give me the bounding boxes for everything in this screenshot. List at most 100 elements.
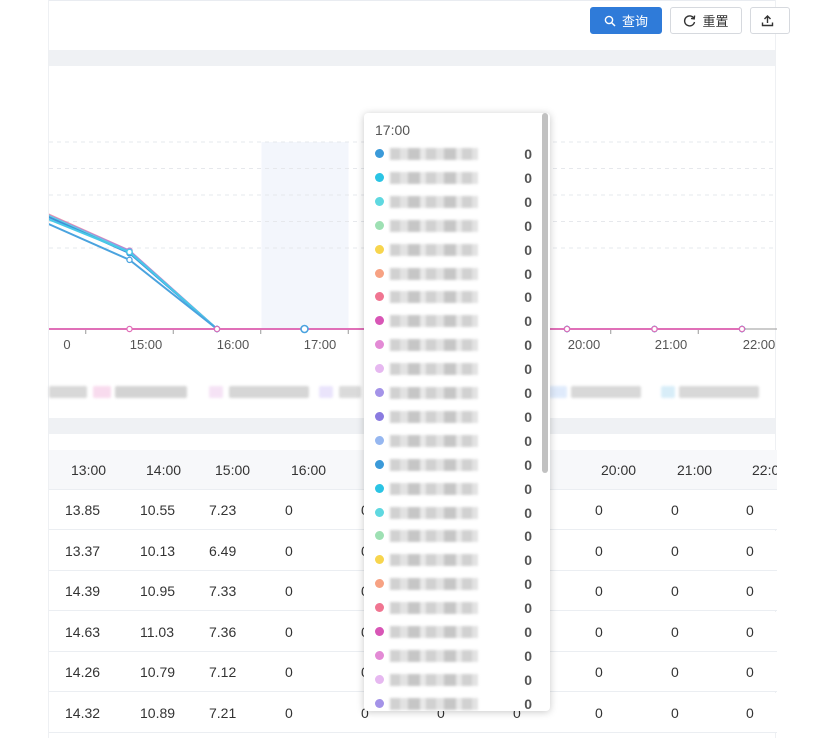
series-value: 0 <box>524 528 532 545</box>
table-cell: 0 <box>746 664 754 680</box>
tooltip-item: 0 <box>364 645 540 669</box>
data-point <box>126 256 133 264</box>
query-button-label: 查询 <box>621 14 648 29</box>
table-cell: 0 <box>285 542 293 559</box>
query-button[interactable]: 查询 <box>590 7 662 34</box>
reset-button[interactable]: 重置 <box>670 7 742 34</box>
series-name-redacted <box>390 148 478 160</box>
series-name-redacted <box>390 291 478 304</box>
table-cell: 14.32 <box>65 704 101 721</box>
series-name-redacted <box>390 530 478 543</box>
table-cell: 7.23 <box>209 502 237 518</box>
table-cell: 0 <box>285 583 293 599</box>
series-name-redacted <box>390 458 478 471</box>
tooltip-item: 0 <box>364 358 540 382</box>
legend-item[interactable] <box>93 386 111 398</box>
x-axis-label: 22:00 <box>743 337 776 352</box>
series-name-redacted <box>390 649 478 662</box>
legend-item[interactable] <box>209 386 223 398</box>
series-color-dot <box>375 244 384 254</box>
data-point <box>213 325 221 333</box>
series-color-dot <box>375 698 384 708</box>
legend-item[interactable] <box>339 386 361 398</box>
table-cell: 14.63 <box>65 623 101 640</box>
table-cell: 0 <box>671 502 679 518</box>
series-color-dot <box>375 674 384 684</box>
series-value: 0 <box>524 289 532 306</box>
series-color-dot <box>375 650 384 660</box>
highlight-point <box>300 324 309 334</box>
table-cell: 10.79 <box>140 664 176 680</box>
series-color-dot <box>375 149 384 158</box>
series-value: 0 <box>524 337 532 354</box>
series-name-redacted <box>390 219 478 232</box>
tooltip-item: 0 <box>364 478 540 502</box>
series-value: 0 <box>524 217 532 234</box>
tooltip-item: 0 <box>364 693 540 711</box>
table-cell: 0 <box>595 664 603 680</box>
table-cell: 10.13 <box>140 542 176 559</box>
legend-item[interactable] <box>229 386 309 398</box>
x-axis-label: 21:00 <box>655 337 688 352</box>
series-value: 0 <box>524 265 532 282</box>
tooltip-item: 0 <box>364 502 540 526</box>
table-cell: 14.26 <box>65 664 101 680</box>
series-color-dot <box>375 531 384 541</box>
series-color-dot <box>375 172 384 182</box>
series-value: 0 <box>524 241 532 258</box>
legend-item[interactable] <box>549 386 567 398</box>
series-value: 0 <box>524 456 532 473</box>
tooltip-item: 0 <box>364 191 540 215</box>
data-point <box>563 325 571 333</box>
tooltip-item: 0 <box>364 286 540 310</box>
legend-item[interactable] <box>571 386 641 398</box>
table-header-cell: 16:00 <box>291 462 327 478</box>
table-header-cell: 15:00 <box>215 462 251 478</box>
tooltip-item: 0 <box>364 167 540 191</box>
tooltip-scrollbar[interactable] <box>542 113 548 473</box>
table-cell: 0 <box>285 623 293 640</box>
series-value: 0 <box>524 169 532 186</box>
x-axis-label: 17:00 <box>304 337 337 352</box>
tooltip-item: 0 <box>364 310 540 334</box>
tooltip-item: 0 <box>364 549 540 573</box>
table-cell: 7.36 <box>209 623 237 640</box>
table-cell: 0 <box>671 704 679 721</box>
series-color-dot <box>375 411 384 421</box>
series-color-dot <box>375 340 384 350</box>
table-cell: 13.85 <box>65 502 101 518</box>
table-header-cell: 21:00 <box>677 462 713 478</box>
series-name-redacted <box>390 171 478 184</box>
series-color-dot <box>375 627 384 636</box>
legend-item[interactable] <box>49 386 87 398</box>
table-cell: 14.39 <box>65 583 101 599</box>
table-cell: 0 <box>671 664 679 680</box>
series-value: 0 <box>524 671 532 688</box>
tooltip-item: 0 <box>364 263 540 287</box>
table-cell: 7.12 <box>209 664 237 680</box>
legend-item[interactable] <box>319 386 333 398</box>
series-color-dot <box>375 459 384 469</box>
tooltip-item: 0 <box>364 597 540 621</box>
legend-item[interactable] <box>679 386 759 398</box>
series-color-dot <box>375 364 384 374</box>
tooltip-item: 0 <box>364 334 540 358</box>
table-header-cell: 13:00 <box>71 462 107 478</box>
series-color-dot <box>375 196 384 206</box>
series-color-dot <box>375 388 384 397</box>
export-button[interactable] <box>750 7 790 34</box>
table-cell: 10.95 <box>140 583 176 599</box>
table-cell: 7.21 <box>209 704 237 721</box>
table-cell: 0 <box>746 542 754 559</box>
table-cell: 0 <box>595 583 603 599</box>
series-color-dot <box>375 435 384 445</box>
legend-item[interactable] <box>661 386 675 398</box>
series-value: 0 <box>524 480 532 497</box>
section-divider <box>49 50 775 66</box>
table-cell: 0 <box>285 502 293 518</box>
reset-button-label: 重置 <box>702 14 729 29</box>
table-cell: 10.55 <box>140 502 176 518</box>
series-color-dot <box>375 603 384 613</box>
legend-item[interactable] <box>115 386 187 398</box>
tooltip-item: 0 <box>364 430 540 454</box>
